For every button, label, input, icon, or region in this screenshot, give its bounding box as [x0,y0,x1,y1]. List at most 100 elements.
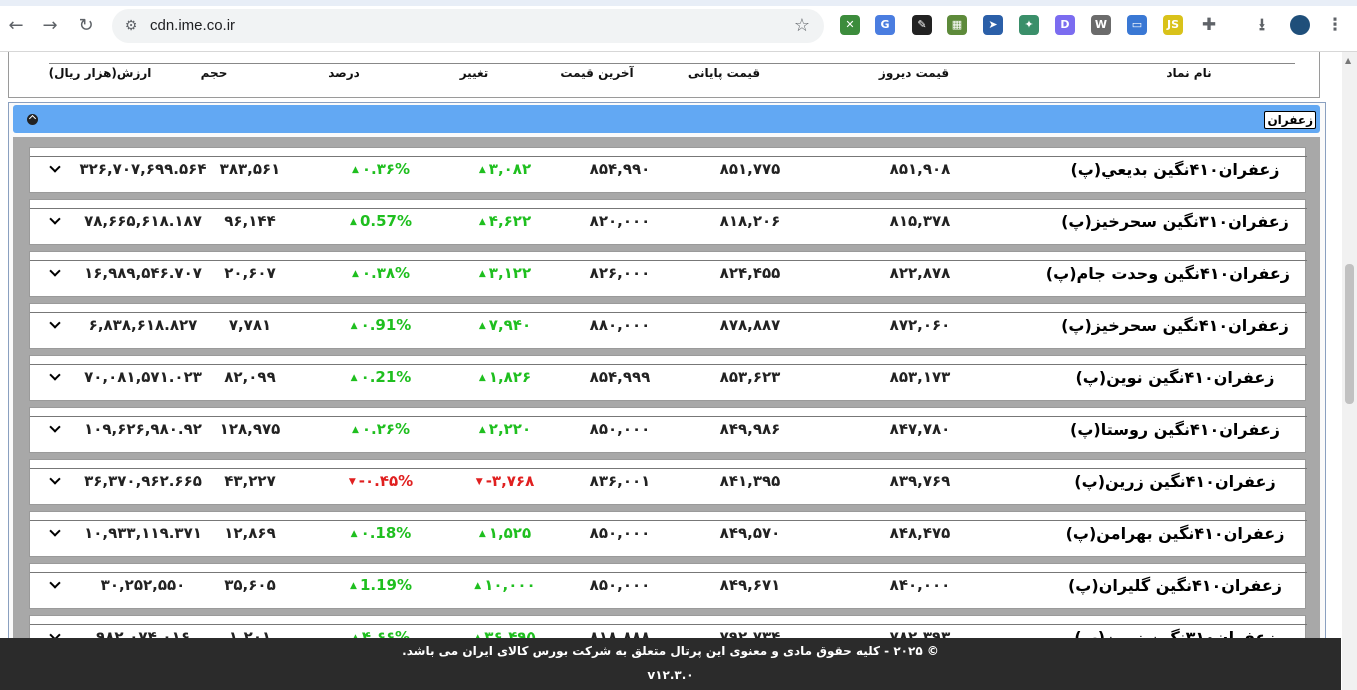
wordpress-icon[interactable]: W [1091,15,1111,35]
row-volume: ۸۲,۰۹۹ [224,368,276,386]
bookmark-star-icon[interactable]: ☆ [794,15,810,36]
forward-icon[interactable]: → [38,14,62,38]
row-name[interactable]: زعفران۴۱۰نگین بدیعي(پ) [1060,160,1290,179]
row-yesterday: ۸۱۵,۳۷۸ [889,212,951,230]
row-value: ۱۰,۹۳۳,۱۱۹.۳۷۱ [84,524,202,542]
header-top-rule [49,63,1295,64]
row-change: ۳,۱۲۲ [488,264,532,282]
row-percent-cell: ▲ 0.57% [326,212,436,230]
symbol-row[interactable]: زعفران۴۱۰نگین زرین(پ) ۸۳۹,۷۶۹ ۸۴۱,۳۹۵ ۸۳۶,۰… [29,459,1307,505]
row-name[interactable]: زعفران۴۱۰نگین وحدت جام(پ) [1046,264,1290,283]
page-scrollbar[interactable]: ▲ [1342,52,1357,690]
group-header[interactable]: زعفران [13,105,1320,133]
menu-dots-icon[interactable]: ⋮ [1325,15,1345,35]
row-percent: ۰.۳۶% [361,160,411,178]
row-name[interactable]: زعفران۴۱۰نگین زرین(پ) [1060,472,1290,491]
row-percent: 1.19% [359,576,412,594]
row-top-rule [30,364,1307,365]
symbol-row[interactable]: زعفران۴۱۰نگین بهرامن(پ) ۸۴۸,۴۷۵ ۸۴۹,۵۷۰ ۸۵۰… [29,511,1307,557]
row-percent-cell: ▲ ۰.91% [326,316,436,334]
expand-row-chevron-icon[interactable] [50,216,60,226]
col-volume[interactable]: حجم [159,66,269,80]
reload-icon[interactable]: ↻ [74,14,98,38]
profile-avatar-icon[interactable]: ● [1290,15,1310,35]
tools-x-icon[interactable]: ✕ [840,15,860,35]
col-yesterday[interactable]: قیمت دیروز [839,66,989,80]
col-close[interactable]: قیمت پایانی [659,66,789,80]
row-close: ۸۴۹,۵۷۰ [719,524,781,542]
collapse-group-icon[interactable] [27,114,38,125]
scroll-up-icon[interactable]: ▲ [1345,56,1351,65]
row-name[interactable]: زعفران۴۱۰نگین بهرامن(پ) [1060,524,1290,543]
d-icon[interactable]: D [1055,15,1075,35]
expand-row-chevron-icon[interactable] [50,476,60,486]
symbol-row[interactable]: زعفران۴۱۰نگین وحدت جام(پ) ۸۲۲,۸۷۸ ۸۲۴,۴۵۵ ۸… [29,251,1307,297]
footer-version: v۱۲.۳.۰ [647,668,694,682]
col-percent[interactable]: درصد [289,66,399,80]
col-change[interactable]: تغییر [419,66,529,80]
plane-icon[interactable]: ➤ [983,15,1003,35]
tab-strip [0,0,1357,6]
tag-icon[interactable]: ▭ [1127,15,1147,35]
symbol-row[interactable]: زعفران۴۱۰نگین سحرخیز(پ) ۸۷۲,۰۶۰ ۸۷۸,۸۸۷ ۸۸۰… [29,303,1307,349]
symbol-row[interactable]: زعفران۴۱۰نگین روستا(پ) ۸۴۷,۷۸۰ ۸۴۹,۹۸۶ ۸۵۰,… [29,407,1307,453]
row-change: ۳,۰۸۲ [488,160,532,178]
group-title[interactable]: زعفران [1264,111,1316,129]
row-percent-cell: ▲ ۰.۳۶% [326,160,436,178]
expand-row-chevron-icon[interactable] [50,372,60,382]
row-change-cell: ▲ ۳,۱۲۲ [450,264,560,282]
row-top-rule [30,260,1307,261]
col-name[interactable]: نام نماد [1089,66,1289,80]
row-value: ۳۶,۳۷۰,۹۶۲.۶۶۵ [84,472,202,490]
row-name[interactable]: زعفران۴۱۰نگین نوین(پ) [1060,368,1290,387]
symbol-row[interactable]: زعفران۳۱۰نگین سحرخیز(پ) ۸۱۵,۳۷۸ ۸۱۸,۲۰۶ ۸۲۰… [29,199,1307,245]
expand-row-chevron-icon[interactable] [50,580,60,590]
row-name[interactable]: زعفران۴۱۰نگین سحرخیز(پ) [1060,316,1290,335]
expand-row-chevron-icon[interactable] [50,164,60,174]
row-value: ۱۰۹,۶۲۶,۹۸۰.۹۲ [84,420,202,438]
back-icon[interactable]: ← [4,14,28,38]
expand-row-chevron-icon[interactable] [50,320,60,330]
row-name[interactable]: زعفران۳۱۰نگین سحرخیز(پ) [1060,212,1290,231]
up-arrow-icon: ▲ [350,217,357,227]
up-arrow-icon: ▲ [350,373,358,383]
scrollbar-thumb[interactable] [1345,264,1354,404]
row-yesterday: ۸۲۲,۸۷۸ [889,264,951,282]
address-bar[interactable]: ⚙ cdn.ime.co.ir ☆ [112,9,824,43]
row-last: ۸۵۰,۰۰۰ [589,420,651,438]
row-name[interactable]: زعفران۴۱۰نگین روستا(پ) [1060,420,1290,439]
eyedropper-icon[interactable]: ✎ [912,15,932,35]
translate-icon[interactable]: G [875,15,895,35]
up-arrow-icon: ▲ [478,425,486,435]
url-text[interactable]: cdn.ime.co.ir [150,17,235,34]
row-value: ۶,۸۳۸,۶۱۸.۸۲۷ [88,316,198,334]
row-close: ۸۵۱,۷۷۵ [719,160,781,178]
symbol-row[interactable]: زعفران۴۱۰نگین نوین(پ) ۸۵۳,۱۷۳ ۸۵۳,۶۲۳ ۸۵۴,۹… [29,355,1307,401]
download-icon[interactable]: ⭳ [1252,15,1272,35]
up-arrow-icon: ▲ [474,581,482,591]
row-percent-cell: ▲ ۰.18% [326,524,436,542]
site-info-icon[interactable]: ⚙ [122,17,140,35]
row-name[interactable]: زعفران۴۱۰نگین گلیران(پ) [1060,576,1290,595]
row-percent: ۰.21% [360,368,412,386]
puzzle-icon[interactable]: ✚ [1199,15,1219,35]
column-header-panel: نام نماد قیمت دیروز قیمت پایانی آخرین قی… [8,52,1320,98]
row-last: ۸۵۴,۹۹۰ [589,160,651,178]
image-grid-icon[interactable]: ▦ [947,15,967,35]
js-icon[interactable]: JS [1163,15,1183,35]
expand-row-chevron-icon[interactable] [50,424,60,434]
col-value[interactable]: ارزش(هزار ریال) [45,66,155,80]
row-value: ۳۰,۲۵۲,۵۵۰ [100,576,186,594]
row-last: ۸۳۶,۰۰۱ [589,472,651,490]
row-change: ۱۰,۰۰۰ [484,576,536,594]
row-top-rule [30,624,1307,625]
expand-row-chevron-icon[interactable] [50,268,60,278]
col-last[interactable]: آخرین قیمت [537,66,657,80]
symbol-row[interactable]: زعفران۴۱۰نگین گلیران(پ) ۸۴۰,۰۰۰ ۸۴۹,۶۷۱ ۸۵۰… [29,563,1307,609]
symbol-row[interactable]: زعفران۴۱۰نگین بدیعي(پ) ۸۵۱,۹۰۸ ۸۵۱,۷۷۵ ۸۵۴,… [29,147,1307,193]
row-change: ۷,۹۴۰ [488,316,532,334]
row-top-rule [30,156,1307,157]
expand-row-chevron-icon[interactable] [50,528,60,538]
pin-icon[interactable]: ✦ [1019,15,1039,35]
symbols-list: زعفران۴۱۰نگین بدیعي(پ) ۸۵۱,۹۰۸ ۸۵۱,۷۷۵ ۸۵۴,… [13,137,1320,690]
